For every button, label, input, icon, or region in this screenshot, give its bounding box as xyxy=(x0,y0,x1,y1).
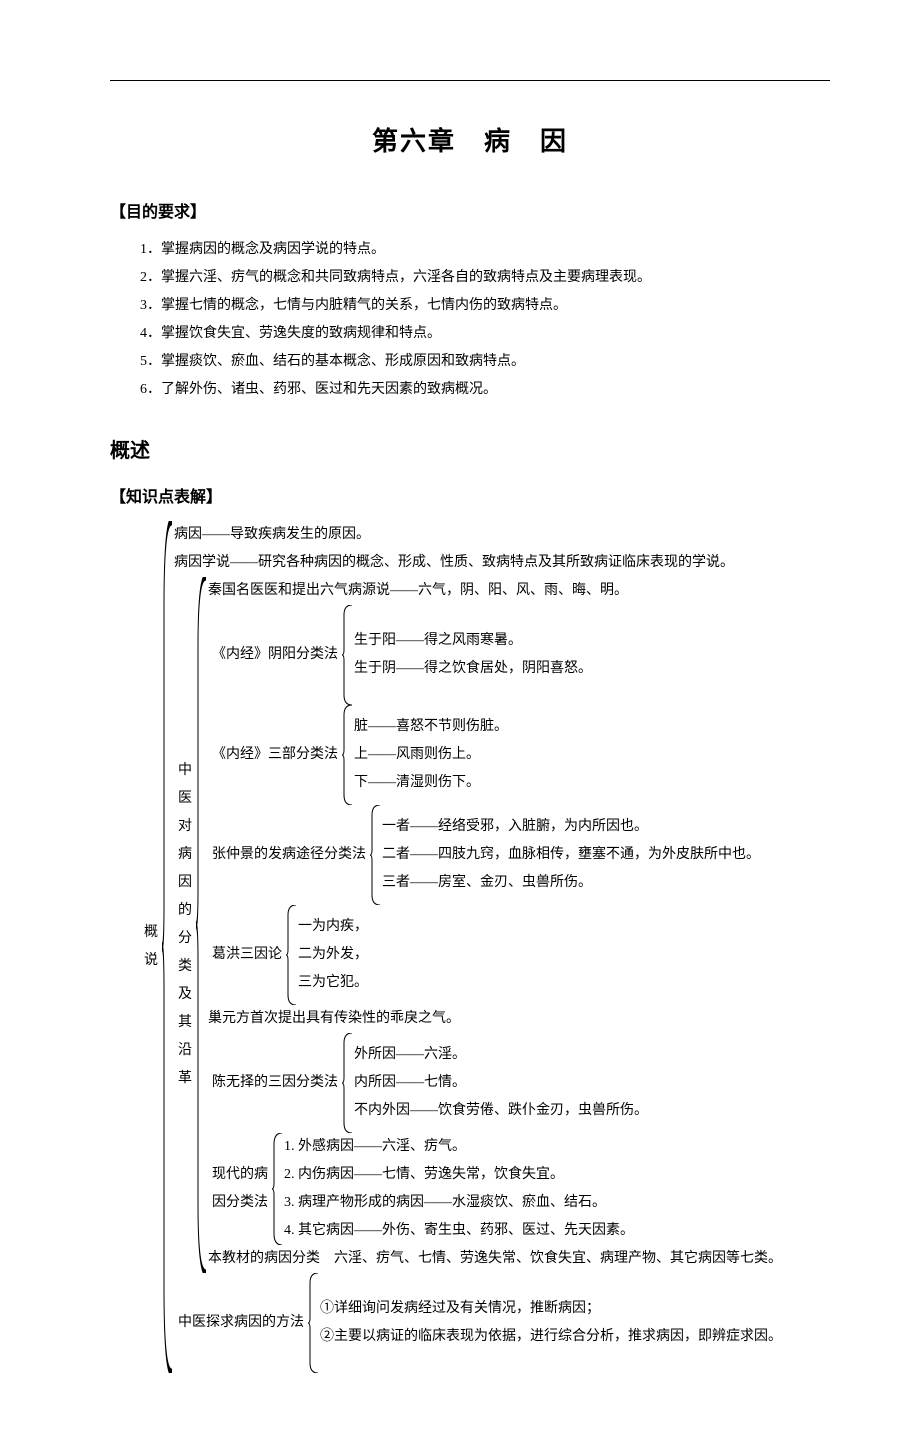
tree-line: 不内外因——饮食劳倦、跌仆金刃，虫兽所伤。 xyxy=(354,1097,648,1125)
tree-line: 二者——四肢九窍，血脉相传，壅塞不通，为外皮肤所中也。 xyxy=(382,841,760,869)
group-label: 陈无择的三因分类法 xyxy=(208,1033,342,1133)
brace-icon xyxy=(162,521,174,1373)
tree-line: 4. 其它病因——外伤、寄生虫、药邪、医过、先天因素。 xyxy=(284,1217,634,1245)
tree-line: 2. 内伤病因——七情、劳逸失常，饮食失宜。 xyxy=(284,1161,634,1189)
brace-icon xyxy=(370,805,382,905)
tree-line: 本教材的病因分类 六淫、疠气、七情、劳逸失常、饮食失宜、病理产物、其它病因等七类… xyxy=(208,1245,782,1273)
objective-item: 6．了解外伤、诸虫、药邪、医过和先天因素的致病概况。 xyxy=(140,376,830,404)
tree-line: ①详细询问发病经过及有关情况，推断病因； xyxy=(320,1295,782,1323)
tree-line: 病因学说——研究各种病因的概念、形成、性质、致病特点及其所致病证临床表现的学说。 xyxy=(174,549,782,577)
tree-line: 内所因——七情。 xyxy=(354,1069,648,1097)
root-label: 概说 xyxy=(140,521,162,1373)
group-label: 《内经》阴阳分类法 xyxy=(208,605,342,705)
tree-group: 葛洪三因论一为内疾，二为外发，三为它犯。 xyxy=(208,905,782,1005)
group-children: 1. 外感病因——六淫、疠气。2. 内伤病因——七情、劳逸失常，饮食失宜。3. … xyxy=(284,1133,634,1245)
vertical-char: 分 xyxy=(178,925,192,953)
vertical-char: 说 xyxy=(144,947,158,975)
group-label-line: 现代的病 xyxy=(212,1161,268,1189)
mid-label: 中医对病因的分类及其沿革 xyxy=(174,577,196,1273)
tree-line: 下——清湿则伤下。 xyxy=(354,769,508,797)
knowledge-heading: 【知识点表解】 xyxy=(110,483,830,507)
methods-label: 中医探求病因的方法 xyxy=(174,1273,308,1373)
vertical-char: 对 xyxy=(178,813,192,841)
group-children: 一为内疾，二为外发，三为它犯。 xyxy=(298,905,368,1005)
tree-line: 一者——经络受邪，入脏腑，为内所因也。 xyxy=(382,813,760,841)
overview-heading: 概述 xyxy=(110,434,830,463)
tree-line: 上——风雨则伤上。 xyxy=(354,741,508,769)
objective-item: 1．掌握病因的概念及病因学说的特点。 xyxy=(140,236,830,264)
vertical-char: 中 xyxy=(178,757,192,785)
objectives-list: 1．掌握病因的概念及病因学说的特点。 2．掌握六淫、疠气的概念和共同致病特点，六… xyxy=(140,236,830,404)
tree-line: 一为内疾， xyxy=(298,913,368,941)
knowledge-tree: 概说 病因——导致疾病发生的原因。 病因学说——研究各种病因的概念、形成、性质、… xyxy=(140,521,830,1373)
tree-line: ②主要以病证的临床表现为依据，进行综合分析，推求病因，即辨症求因。 xyxy=(320,1323,782,1351)
brace-icon xyxy=(308,1273,320,1373)
group-children: 生于阳——得之风雨寒暑。生于阴——得之饮食居处，阴阳喜怒。 xyxy=(354,605,592,705)
group-children: 一者——经络受邪，入脏腑，为内所因也。二者——四肢九窍，血脉相传，壅塞不通，为外… xyxy=(382,805,760,905)
tree-line: 病因——导致疾病发生的原因。 xyxy=(174,521,782,549)
brace-icon xyxy=(272,1133,284,1245)
tree-group: 张仲景的发病途径分类法一者——经络受邪，入脏腑，为内所因也。二者——四肢九窍，血… xyxy=(208,805,782,905)
tree-group: 陈无择的三因分类法外所因——六淫。内所因——七情。不内外因——饮食劳倦、跌仆金刃… xyxy=(208,1033,782,1133)
brace-icon xyxy=(196,577,208,1273)
vertical-char: 因 xyxy=(178,869,192,897)
brace-icon xyxy=(342,705,354,805)
objective-item: 5．掌握痰饮、瘀血、结石的基本概念、形成原因和致病特点。 xyxy=(140,348,830,376)
tree-line: 生于阴——得之饮食居处，阴阳喜怒。 xyxy=(354,655,592,683)
vertical-char: 其 xyxy=(178,1009,192,1037)
tree-line: 巢元方首次提出具有传染性的乖戾之气。 xyxy=(208,1005,782,1033)
tree-group: 《内经》三部分类法脏——喜怒不节则伤脏。上——风雨则伤上。下——清湿则伤下。 xyxy=(208,705,782,805)
brace-icon xyxy=(342,1033,354,1133)
vertical-char: 类 xyxy=(178,953,192,981)
group-children: 外所因——六淫。内所因——七情。不内外因——饮食劳倦、跌仆金刃，虫兽所伤。 xyxy=(354,1033,648,1133)
objective-item: 2．掌握六淫、疠气的概念和共同致病特点，六淫各自的致病特点及主要病理表现。 xyxy=(140,264,830,292)
tree-line: 脏——喜怒不节则伤脏。 xyxy=(354,713,508,741)
vertical-char: 革 xyxy=(178,1065,192,1093)
tree-line: 三者——房室、金刃、虫兽所伤。 xyxy=(382,869,760,897)
group-label: 张仲景的发病途径分类法 xyxy=(208,805,370,905)
tree-group: 《内经》阴阳分类法生于阳——得之风雨寒暑。生于阴——得之饮食居处，阴阳喜怒。 xyxy=(208,605,782,705)
tree-line: 3. 病理产物形成的病因——水湿痰饮、瘀血、结石。 xyxy=(284,1189,634,1217)
objectives-heading: 【目的要求】 xyxy=(110,198,830,222)
tree-line: 外所因——六淫。 xyxy=(354,1041,648,1069)
vertical-char: 的 xyxy=(178,897,192,925)
tree-line: 二为外发， xyxy=(298,941,368,969)
objective-item: 4．掌握饮食失宜、劳逸失度的致病规律和特点。 xyxy=(140,320,830,348)
brace-icon xyxy=(286,905,298,1005)
mid-children: 秦国名医医和提出六气病源说——六气，阴、阳、风、雨、晦、明。《内经》阴阳分类法生… xyxy=(208,577,782,1273)
brace-icon xyxy=(342,605,354,705)
page: 第六章 病 因 【目的要求】 1．掌握病因的概念及病因学说的特点。 2．掌握六淫… xyxy=(0,0,920,1433)
tree-line: 1. 外感病因——六淫、疠气。 xyxy=(284,1133,634,1161)
objective-item: 3．掌握七情的概念，七情与内脏精气的关系，七情内伤的致病特点。 xyxy=(140,292,830,320)
group-label: 《内经》三部分类法 xyxy=(208,705,342,805)
methods-children: ①详细询问发病经过及有关情况，推断病因； ②主要以病证的临床表现为依据，进行综合… xyxy=(320,1273,782,1373)
group-children: 脏——喜怒不节则伤脏。上——风雨则伤上。下——清湿则伤下。 xyxy=(354,705,508,805)
vertical-char: 病 xyxy=(178,841,192,869)
tree-line: 秦国名医医和提出六气病源说——六气，阴、阳、风、雨、晦、明。 xyxy=(208,577,782,605)
tree-group: 现代的病因分类法1. 外感病因——六淫、疠气。2. 内伤病因——七情、劳逸失常，… xyxy=(208,1133,782,1245)
tree-line: 三为它犯。 xyxy=(298,969,368,997)
vertical-char: 医 xyxy=(178,785,192,813)
top-rule xyxy=(110,80,830,81)
vertical-char: 沿 xyxy=(178,1037,192,1065)
vertical-char: 概 xyxy=(144,919,158,947)
vertical-char: 及 xyxy=(178,981,192,1009)
group-label: 现代的病因分类法 xyxy=(208,1133,272,1245)
root-children: 病因——导致疾病发生的原因。 病因学说——研究各种病因的概念、形成、性质、致病特… xyxy=(174,521,782,1373)
chapter-title: 第六章 病 因 xyxy=(110,121,830,158)
group-label-line: 因分类法 xyxy=(212,1189,268,1217)
group-label: 葛洪三因论 xyxy=(208,905,286,1005)
tree-line: 生于阳——得之风雨寒暑。 xyxy=(354,627,592,655)
